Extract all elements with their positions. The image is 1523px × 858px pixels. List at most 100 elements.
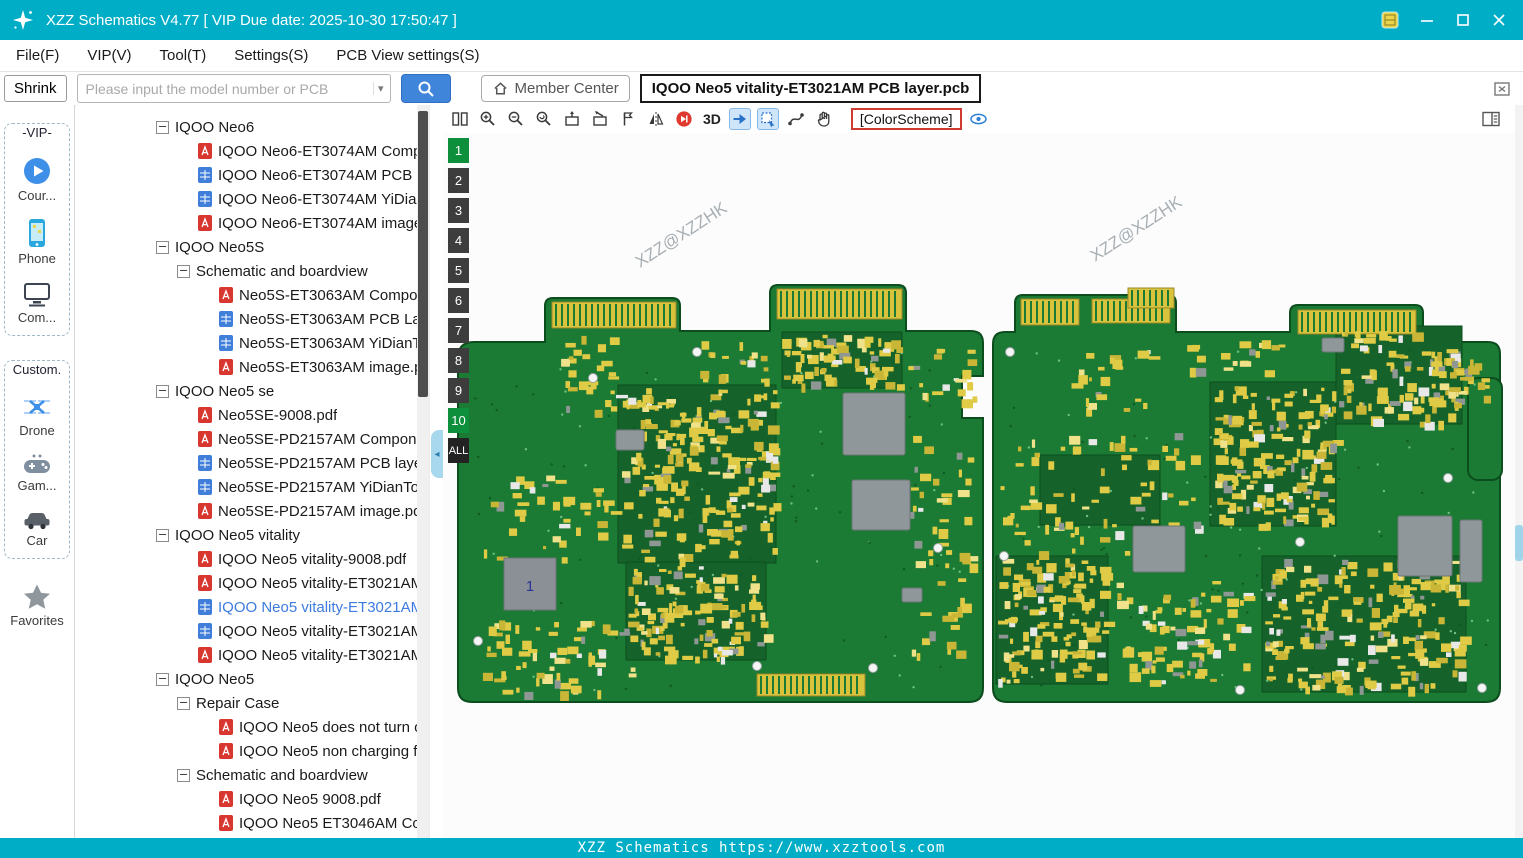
member-center-button[interactable]: Member Center [480, 75, 630, 102]
tree-scrollbar[interactable] [417, 105, 429, 838]
tree-item[interactable]: IQOO Neo5 vitality-ET3021AM P [76, 595, 417, 619]
right-panel-toggle-icon[interactable] [1481, 110, 1501, 128]
collapse-toggle-icon[interactable] [156, 120, 169, 134]
zoom-in-icon[interactable] [477, 108, 499, 130]
tree-item[interactable]: IQOO Neo5 vitality-ET3021AM Y [76, 619, 417, 643]
collapse-toggle-icon[interactable] [156, 240, 169, 254]
collapse-toggle-icon[interactable] [156, 528, 169, 542]
shrink-button[interactable]: Shrink [4, 75, 67, 102]
collapse-toggle-icon[interactable] [177, 264, 190, 278]
collapse-panel-button[interactable]: ◂ [431, 430, 443, 478]
sidebar-item-com[interactable]: Com... [5, 280, 69, 325]
close-pane-icon[interactable] [1493, 80, 1511, 98]
sidebar-item-gam[interactable]: Gam... [5, 452, 69, 493]
zoom-reset-icon[interactable] [533, 108, 555, 130]
viewer-scrollbar-thumb[interactable] [1515, 525, 1523, 561]
3d-view-button[interactable]: 3D [701, 111, 723, 127]
layer-button-all[interactable]: ALL [448, 438, 469, 463]
tree-item[interactable]: IQOO Neo5 vitality-9008.pdf [76, 547, 417, 571]
layer-button-8[interactable]: 8 [448, 348, 469, 373]
layer-button-1[interactable]: 1 [448, 138, 469, 163]
tree-item[interactable]: Neo5S-ET3063AM Componen [76, 283, 417, 307]
tree-item[interactable]: Neo5SE-PD2157AM image.pdf [76, 499, 417, 523]
tree-item[interactable]: Neo5SE-PD2157AM PCB layer.p [76, 451, 417, 475]
measure-curve-icon[interactable] [785, 108, 807, 130]
chevron-down-icon[interactable]: ▾ [373, 82, 384, 95]
tree-item[interactable]: IQOO Neo6-ET3074AM image.pd [76, 211, 417, 235]
menu-file-f[interactable]: File(F) [16, 47, 59, 64]
zoom-out-icon[interactable] [505, 108, 527, 130]
menu-tool-t[interactable]: Tool(T) [160, 47, 207, 64]
tree-item[interactable]: IQOO Neo5 vitality-ET3021AM C [76, 571, 417, 595]
tree-item[interactable]: IQOO Neo5 9008.pdf [76, 787, 417, 811]
tree-group[interactable]: IQOO Neo5 se [76, 379, 417, 403]
colorscheme-button[interactable]: [ColorScheme] [850, 108, 962, 130]
tree-scrollbar-thumb[interactable] [418, 111, 428, 397]
tree-group[interactable]: Schematic and boardview [76, 763, 417, 787]
layer-button-5[interactable]: 5 [448, 258, 469, 283]
search-combo[interactable]: ▾ [76, 74, 391, 103]
layer-button-10[interactable]: 10 [448, 408, 469, 433]
tree-item[interactable]: IQOO Neo6-ET3074AM YiDianTo [76, 187, 417, 211]
close-button[interactable] [1491, 12, 1507, 28]
menu-vip-v[interactable]: VIP(V) [87, 47, 131, 64]
tree-group[interactable]: IQOO Neo5 [76, 667, 417, 691]
layer-button-6[interactable]: 6 [448, 288, 469, 313]
document-tab[interactable]: IQOO Neo5 vitality-ET3021AM PCB layer.pc… [639, 74, 982, 103]
layer-button-7[interactable]: 7 [448, 318, 469, 343]
menu-settings-s[interactable]: Settings(S) [234, 47, 308, 64]
tree-item[interactable]: IQOO Neo5 non charging fa [76, 739, 417, 763]
tree-item[interactable]: Neo5S-ET3063AM PCB Layer [76, 307, 417, 331]
area-select-icon[interactable] [756, 108, 779, 130]
layer-button-2[interactable]: 2 [448, 168, 469, 193]
tree-item[interactable]: IQOO Neo5 does not turn on [76, 715, 417, 739]
sidebar-item-favorites[interactable]: Favorites [0, 583, 74, 628]
flip-bottom-icon[interactable] [589, 108, 611, 130]
tree-item-label: Neo5S-ET3063AM image.pdf [239, 358, 417, 376]
mirror-horizontal-icon[interactable] [645, 108, 667, 130]
collapse-toggle-icon[interactable] [177, 696, 190, 710]
eye-icon[interactable] [968, 108, 990, 130]
tree-item[interactable]: Neo5SE-9008.pdf [76, 403, 417, 427]
search-input[interactable] [83, 79, 373, 98]
flip-top-icon[interactable] [561, 108, 583, 130]
tree-item[interactable]: Neo5SE-PD2157AM YiDianTong [76, 475, 417, 499]
sidebar-item-car[interactable]: Car [5, 507, 69, 548]
collapse-toggle-icon[interactable] [156, 672, 169, 686]
tree-group[interactable]: Schematic and boardview [76, 259, 417, 283]
tree-group[interactable]: IQOO Neo6 [76, 115, 417, 139]
viewer-scrollbar[interactable] [1515, 105, 1523, 838]
search-button[interactable] [400, 74, 451, 103]
tree-group[interactable]: Repair Case [76, 691, 417, 715]
collapse-toggle-icon[interactable] [177, 768, 190, 782]
panel-splitter[interactable]: ◂ [429, 105, 444, 838]
pan-hand-icon[interactable] [813, 108, 835, 130]
tree-item[interactable]: IQOO Neo6-ET3074AM PCB laye [76, 163, 417, 187]
pcb-canvas[interactable]: 1 XZZ@XZZHK XZZ@XZZHK 1 2 3 4 5 6 7 8 9 10 ALL [443, 133, 1515, 838]
tree-item[interactable]: IQOO Neo6-ET3074AM Compon [76, 139, 417, 163]
tree-item[interactable]: Neo5SE-PD2157AM Componen [76, 427, 417, 451]
pdf-file-icon [198, 407, 212, 423]
diode-mode-icon[interactable] [673, 108, 695, 130]
sidebar-item-drone[interactable]: Drone [5, 393, 69, 438]
layer-button-3[interactable]: 3 [448, 198, 469, 223]
sidebar-item-phone[interactable]: Phone [5, 217, 69, 266]
tree-group[interactable]: IQOO Neo5S [76, 235, 417, 259]
collapse-toggle-icon[interactable] [156, 384, 169, 398]
maximize-button[interactable] [1455, 12, 1471, 28]
tree-group[interactable]: IQOO Neo5 vitality [76, 523, 417, 547]
layer-button-4[interactable]: 4 [448, 228, 469, 253]
sidebar-item-cour[interactable]: Cour... [5, 156, 69, 203]
menu-pcb-view-settings-s[interactable]: PCB View settings(S) [336, 47, 479, 64]
vip-safe-icon[interactable] [1381, 11, 1399, 29]
pcb-board-image[interactable]: 1 XZZ@XZZHK XZZ@XZZHK [443, 133, 1515, 838]
minimize-button[interactable] [1419, 12, 1435, 28]
split-view-icon[interactable] [449, 108, 471, 130]
tree-item[interactable]: IQOO Neo5 ET3046AM Comp [76, 811, 417, 835]
tree-item[interactable]: Neo5S-ET3063AM image.pdf [76, 355, 417, 379]
jump-arrow-icon[interactable] [728, 108, 751, 130]
flag-pin-icon[interactable] [617, 108, 639, 130]
layer-button-9[interactable]: 9 [448, 378, 469, 403]
tree-item[interactable]: Neo5S-ET3063AM YiDianTon [76, 331, 417, 355]
tree-item[interactable]: IQOO Neo5 vitality-ET3021AM i [76, 643, 417, 667]
